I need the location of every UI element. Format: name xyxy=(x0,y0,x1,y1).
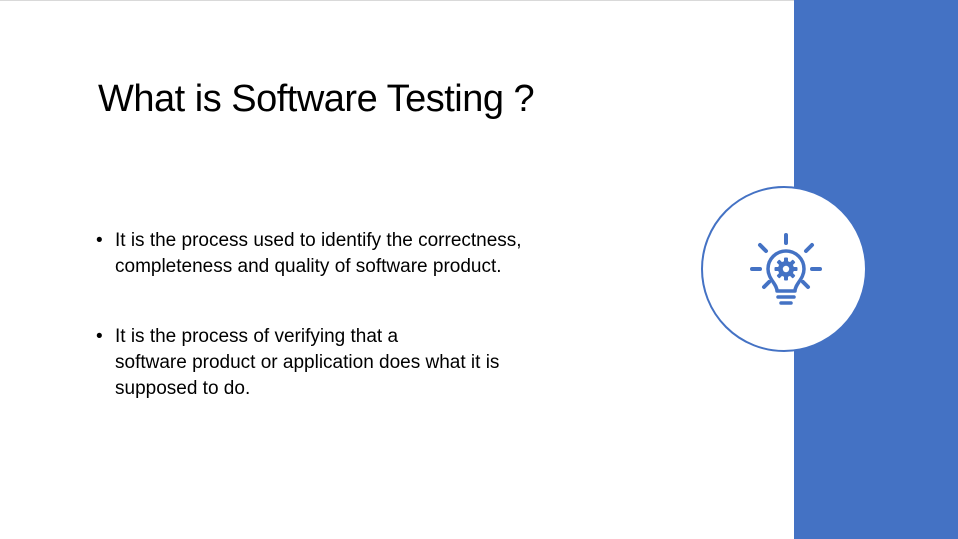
bullet-marker: • xyxy=(96,230,103,251)
bullet-text-line: It is the process used to identify the c… xyxy=(115,230,522,251)
bullet-item: • It is the process used to identify the… xyxy=(96,228,696,280)
bullet-text-line: completeness and quality of software pro… xyxy=(115,256,502,277)
lightbulb-gear-icon xyxy=(750,233,822,305)
bullet-item: • It is the process of verifying that a … xyxy=(96,324,696,402)
bullet-marker: • xyxy=(96,326,103,347)
bullet-text-line: software product or application does wha… xyxy=(115,352,500,373)
slide: What is Software Testing ? • It is the p… xyxy=(0,0,958,539)
bullet-list: • It is the process used to identify the… xyxy=(96,228,696,402)
slide-title: What is Software Testing ? xyxy=(98,78,535,120)
bullet-text-line: supposed to do. xyxy=(115,378,251,399)
bullet-text-line: It is the process of verifying that a xyxy=(115,326,399,347)
icon-circle xyxy=(701,186,867,352)
